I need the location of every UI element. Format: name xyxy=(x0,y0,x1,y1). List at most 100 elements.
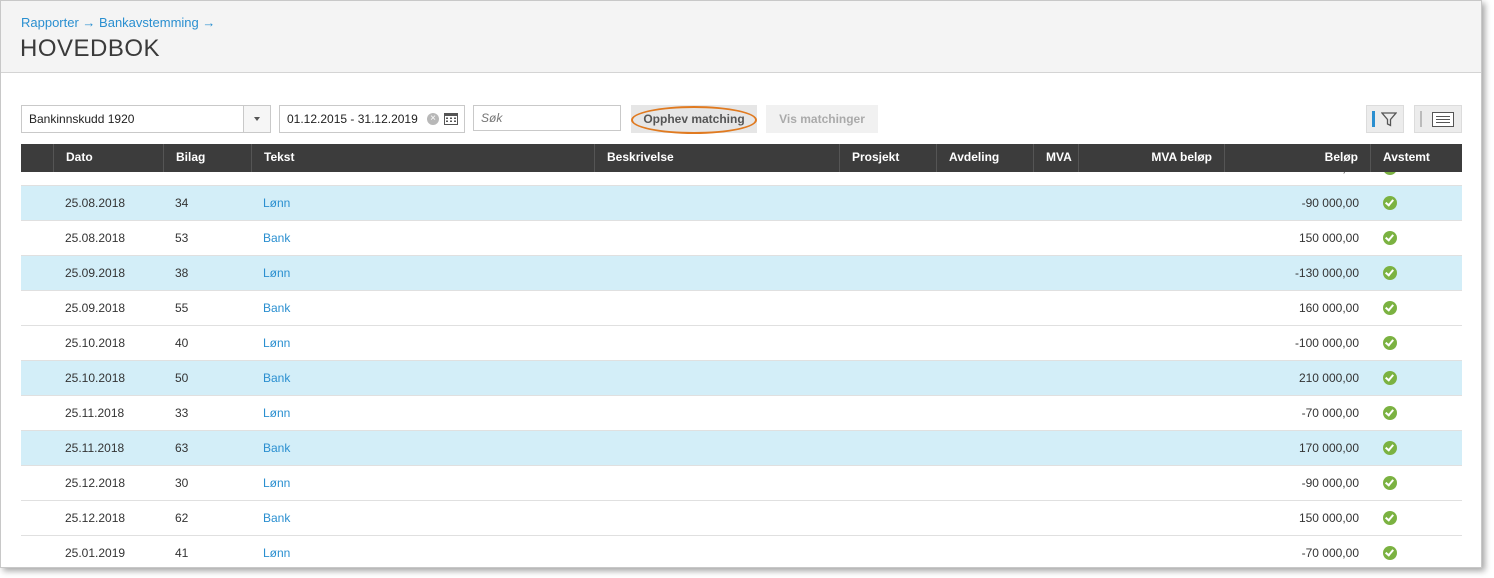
breadcrumb: Rapporter → Bankavstemming → xyxy=(21,15,215,30)
account-select-value: Bankinnskudd 1920 xyxy=(29,112,135,126)
indicator xyxy=(1420,111,1422,127)
cell-tekst-link[interactable]: Lønn xyxy=(263,186,290,220)
cell-tekst-link[interactable]: Lønn xyxy=(263,396,290,430)
cell-bilag: 62 xyxy=(175,511,189,525)
cell-tekst-link[interactable]: Lønn xyxy=(263,256,290,290)
cell-bilag: 33 xyxy=(175,406,189,420)
unmatch-button[interactable]: Opphev matching xyxy=(631,105,757,134)
table-row[interactable]: 25.12.2018 62 Bank 150 000,00 xyxy=(21,501,1462,536)
cell-bilag: 34 xyxy=(175,196,189,210)
cell-belop: -100 000,00 xyxy=(1294,336,1359,350)
filter-icon xyxy=(1381,112,1397,127)
cell-bilag: 38 xyxy=(175,266,189,280)
column-header-avdeling[interactable]: Avdeling xyxy=(936,144,1033,172)
cell-dato: 25.11.2018 xyxy=(65,441,125,455)
date-range-field[interactable]: 01.12.2015 - 31.12.2019 × xyxy=(279,105,465,133)
cell-bilag: 30 xyxy=(175,476,189,490)
cell-belop: -130 000,00 xyxy=(1294,266,1359,280)
check-circle-icon xyxy=(1383,266,1397,280)
table-row[interactable]: 25.10.2018 50 Bank 210 000,00 xyxy=(21,361,1462,396)
table-row[interactable]: 25.08.2018 53 Bank 150 000,00 xyxy=(21,221,1462,256)
select-column-header[interactable] xyxy=(21,144,54,172)
calendar-icon[interactable] xyxy=(444,112,458,125)
chevron-down-icon[interactable] xyxy=(243,106,270,132)
filter-button[interactable] xyxy=(1366,105,1404,133)
column-header-mva[interactable]: MVA xyxy=(1033,144,1078,172)
list-view-button[interactable] xyxy=(1414,105,1462,133)
check-circle-icon xyxy=(1383,371,1397,385)
cell-bilag: 50 xyxy=(175,371,189,385)
cell-belop: 170 000,00 xyxy=(1298,441,1359,455)
search-input[interactable] xyxy=(473,105,621,131)
cell-dato: 25.09.2018 xyxy=(65,266,126,280)
cell-dato: 25.01.2019 xyxy=(65,546,126,560)
check-circle-icon xyxy=(1383,476,1397,490)
table-row[interactable]: 25.10.2018 40 Lønn -100 000,00 xyxy=(21,326,1462,361)
table-row[interactable]: 25.11.2018 33 Lønn -70 000,00 xyxy=(21,396,1462,431)
table-row[interactable]: 25.11.2018 63 Bank 170 000,00 xyxy=(21,431,1462,466)
cell-tekst-link[interactable]: Lønn xyxy=(263,326,290,360)
cell-belop: 150 000,00 xyxy=(1298,511,1359,525)
column-header-prosjekt[interactable]: Prosjekt xyxy=(839,144,936,172)
check-circle-icon xyxy=(1383,441,1397,455)
page-title: HOVEDBOK xyxy=(20,35,161,62)
ledger-table: Dato Bilag Tekst Beskrivelse Prosjekt Av… xyxy=(21,144,1462,567)
cell-tekst-link[interactable]: Bank xyxy=(263,501,290,535)
cell-belop: 210 000,00 xyxy=(1298,371,1359,385)
breadcrumb-bankavstemming[interactable]: Bankavstemming xyxy=(99,15,199,30)
breadcrumb-separator: → xyxy=(198,15,216,30)
cell-bilag: 53 xyxy=(175,231,189,245)
account-select[interactable]: Bankinnskudd 1920 xyxy=(21,105,271,133)
table-row[interactable]: 25.08.2018 34 Lønn -90 000,00 xyxy=(21,186,1462,221)
column-header-mva-belop[interactable]: MVA beløp xyxy=(1078,144,1224,172)
cell-dato: 25.09.2018 xyxy=(65,301,126,315)
breadcrumb-rapporter[interactable]: Rapporter xyxy=(21,15,79,30)
check-circle-icon xyxy=(1383,231,1397,245)
cell-dato: 25.10.2018 xyxy=(65,371,126,385)
table-row[interactable]: 25.09.2018 38 Lønn -130 000,00 xyxy=(21,256,1462,291)
cell-belop: -90 000,00 xyxy=(1301,196,1359,210)
column-header-bilag[interactable]: Bilag xyxy=(163,144,251,172)
cell-bilag: 40 xyxy=(175,336,189,350)
date-range-value: 01.12.2015 - 31.12.2019 xyxy=(287,112,418,126)
column-header-belop[interactable]: Beløp xyxy=(1224,144,1370,172)
cell-tekst-link[interactable]: Bank xyxy=(263,291,290,325)
cell-tekst-link[interactable]: Lønn xyxy=(263,536,290,567)
table-row[interactable]: 25.09.2018 55 Bank 160 000,00 xyxy=(21,291,1462,326)
cell-belop: 150 000,00 xyxy=(1298,231,1359,245)
check-circle-icon xyxy=(1383,336,1397,350)
table-row[interactable]: 25.12.2018 30 Lønn -90 000,00 xyxy=(21,466,1462,501)
cell-belop: 160 000,00 xyxy=(1298,301,1359,315)
cell-tekst-link[interactable]: Lønn xyxy=(263,466,290,500)
column-header-beskrivelse[interactable]: Beskrivelse xyxy=(594,144,839,172)
table-body: 25.07.2018 54 Bank 120 000,00 25.08.2018… xyxy=(21,151,1462,567)
cell-dato: 25.11.2018 xyxy=(65,406,125,420)
breadcrumb-separator: → xyxy=(78,15,100,30)
list-icon xyxy=(1432,112,1454,127)
cell-tekst-link[interactable]: Bank xyxy=(263,221,290,255)
cell-belop: -70 000,00 xyxy=(1301,406,1359,420)
check-circle-icon xyxy=(1383,196,1397,210)
table-row[interactable]: 25.01.2019 41 Lønn -70 000,00 xyxy=(21,536,1462,567)
cell-bilag: 41 xyxy=(175,546,189,560)
cell-dato: 25.08.2018 xyxy=(65,231,126,245)
table-header: Dato Bilag Tekst Beskrivelse Prosjekt Av… xyxy=(21,144,1462,172)
cell-tekst-link[interactable]: Bank xyxy=(263,361,290,395)
active-indicator xyxy=(1372,111,1375,127)
app-window: Rapporter → Bankavstemming → HOVEDBOK Ba… xyxy=(0,0,1482,568)
cell-dato: 25.08.2018 xyxy=(65,196,126,210)
cell-belop: -70 000,00 xyxy=(1301,546,1359,560)
highlight-oval xyxy=(631,106,757,134)
clear-icon[interactable]: × xyxy=(427,113,439,125)
cell-tekst-link[interactable]: Bank xyxy=(263,431,290,465)
cell-dato: 25.12.2018 xyxy=(65,476,126,490)
check-circle-icon xyxy=(1383,406,1397,420)
show-matches-button[interactable]: Vis matchinger xyxy=(766,105,878,133)
check-circle-icon xyxy=(1383,301,1397,315)
column-header-dato[interactable]: Dato xyxy=(53,144,163,172)
column-header-avstemt[interactable]: Avstemt xyxy=(1370,144,1462,172)
check-circle-icon xyxy=(1383,546,1397,560)
column-header-tekst[interactable]: Tekst xyxy=(251,144,594,172)
page-header: Rapporter → Bankavstemming → HOVEDBOK xyxy=(1,1,1481,73)
cell-bilag: 55 xyxy=(175,301,189,315)
